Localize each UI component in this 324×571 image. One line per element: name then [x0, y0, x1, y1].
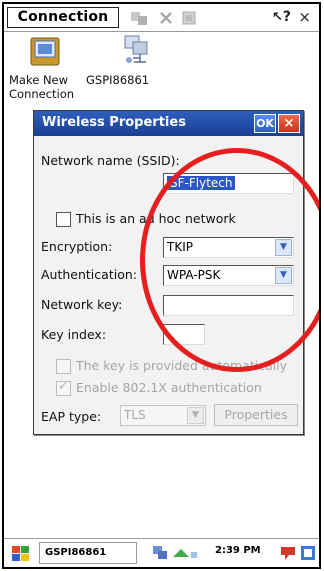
authentication-label: Authentication:	[41, 267, 137, 282]
close-icon[interactable]: ×	[298, 8, 311, 26]
connect-icon[interactable]	[128, 8, 150, 28]
eap-type-label: EAP type:	[41, 409, 102, 424]
start-menu-icon[interactable]	[11, 544, 31, 566]
clock[interactable]: 2:39 PM	[215, 545, 261, 556]
cursor-arrow-glyph: ↖	[271, 10, 283, 25]
encryption-label: Encryption:	[41, 239, 113, 254]
dialog-title: Wireless Properties	[42, 115, 186, 130]
connection-menu-button[interactable]: Connection	[7, 7, 119, 28]
eap-type-select[interactable]: TLS ▼	[120, 405, 206, 426]
checkmark-icon: ✓	[58, 379, 69, 394]
dialog-title-bar: Wireless Properties OK ×	[34, 111, 303, 136]
connect-glyph	[131, 12, 147, 25]
key-auto-checkbox[interactable]	[56, 359, 71, 374]
delete-x-glyph	[160, 12, 172, 24]
help-icon[interactable]: ↖?	[272, 9, 291, 25]
adhoc-checkbox[interactable]	[56, 212, 71, 227]
key-index-label: Key index:	[41, 327, 107, 342]
menu-bar: Connection ↖? ×	[4, 4, 319, 32]
system-tray: 2:39 PM	[151, 542, 319, 564]
taskbar: GSPI86861 2:39 PM	[4, 538, 319, 567]
network-tray-icon[interactable]	[151, 543, 211, 563]
enable-8021x-checkbox[interactable]: ✓	[56, 379, 71, 396]
taskbar-app-gspi[interactable]: GSPI86861	[39, 542, 137, 564]
delete-icon[interactable]	[155, 8, 177, 28]
make-new-label-line2: Connection	[9, 87, 75, 101]
network-folder-icon[interactable]	[28, 36, 62, 68]
input-panel-icon[interactable]	[279, 543, 319, 563]
help-question-mark: ?	[282, 9, 291, 25]
ssid-label: Network name (SSID):	[41, 153, 180, 168]
make-new-connection-label[interactable]: Make New Connection	[9, 73, 74, 101]
dialog-close-button[interactable]: ×	[278, 114, 300, 133]
eap-dropdown-icon[interactable]: ▼	[187, 407, 204, 424]
highlight-annotation	[140, 148, 319, 372]
make-new-label-line1: Make New	[9, 73, 69, 87]
properties-icon[interactable]	[178, 8, 200, 28]
network-key-label: Network key:	[41, 297, 123, 312]
wireless-connection-icon[interactable]	[119, 34, 153, 66]
start-glyph	[12, 546, 29, 561]
gspi-connection-label[interactable]: GSPI86861	[86, 73, 149, 87]
properties-glyph	[182, 11, 196, 25]
properties-button[interactable]: Properties	[214, 404, 298, 426]
eap-type-value: TLS	[124, 408, 146, 422]
enable-8021x-label: Enable 802.1X authentication	[76, 380, 262, 395]
device-screen: Connection ↖? × Make New Connection GSPI…	[2, 2, 321, 569]
ok-button[interactable]: OK	[254, 114, 276, 133]
